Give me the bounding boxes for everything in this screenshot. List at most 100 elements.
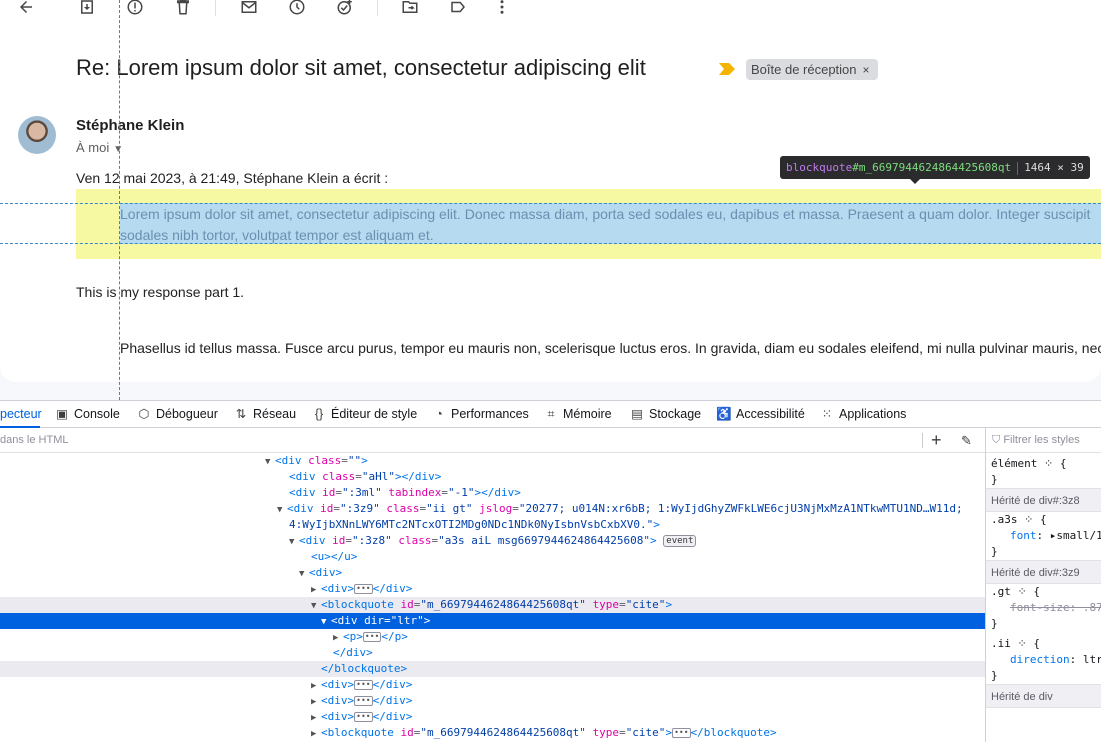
network-icon: ⇅ xyxy=(235,407,247,421)
tab-network[interactable]: ⇅ Réseau xyxy=(233,401,296,428)
tab-memory-label: Mémoire xyxy=(563,407,612,421)
tab-console[interactable]: ▣ Console xyxy=(54,401,120,428)
inspector-tooltip: blockquote#m_6697944624864425608qt 1464 ×… xyxy=(780,156,1090,184)
event-badge[interactable]: event xyxy=(663,535,697,547)
rule-element[interactable]: élément ⁘ { xyxy=(986,456,1101,472)
label-icon[interactable] xyxy=(446,0,470,18)
tab-style-editor[interactable]: {} Éditeur de style xyxy=(311,401,417,428)
rule-declaration[interactable]: font: ▸small/1 xyxy=(986,528,1101,544)
sender-name[interactable]: Stéphane Klein xyxy=(76,117,184,134)
accessibility-icon: ♿ xyxy=(716,407,732,421)
debugger-icon: ⬡ xyxy=(138,407,150,421)
mark-unread-icon[interactable] xyxy=(237,0,261,18)
inspector-guide-vertical xyxy=(119,0,120,400)
tab-accessibility-label: Accessibilité xyxy=(736,407,805,421)
quoted-text: Lorem ipsum dolor sit amet, consectetur … xyxy=(120,204,1101,246)
inspector-guide-top xyxy=(0,203,1101,204)
rule-close: } xyxy=(991,617,998,630)
rule-declaration[interactable]: font-size: .87 xyxy=(986,600,1101,616)
tree-node[interactable]: </div> xyxy=(0,645,985,661)
tree-node[interactable]: <div class="aHl"></div> xyxy=(0,469,985,485)
tree-node[interactable]: <div id=":3ml" tabindex="-1"></div> xyxy=(0,485,985,501)
tree-node[interactable]: ▼ <div class=""> xyxy=(0,453,985,469)
add-node-icon[interactable]: + xyxy=(931,428,942,453)
tab-storage[interactable]: ▤ Stockage xyxy=(629,401,701,428)
markup-search-bar: dans le HTML + ✎ xyxy=(0,428,985,453)
recipient-dropdown[interactable]: À moi ▼ xyxy=(76,140,123,155)
tree-node[interactable]: <u></u> xyxy=(0,549,985,565)
tree-node[interactable]: </blockquote> xyxy=(0,661,985,677)
tab-performance[interactable]: ◔ Performances xyxy=(431,401,529,428)
css-value: small/1 xyxy=(1056,529,1101,542)
tree-node[interactable]: 4:WyIjbXNnLWY6MTc2NTcxOTI2MDg0NDc1NDk0Ny… xyxy=(0,517,985,533)
tooltip-tag: blockquote xyxy=(786,161,853,174)
add-task-icon[interactable] xyxy=(333,0,357,18)
tab-performance-label: Performances xyxy=(451,407,529,421)
tree-node[interactable]: ▶ <div> ••• </div> xyxy=(0,677,985,693)
eyedropper-icon[interactable]: ✎ xyxy=(961,428,972,453)
quoted-line-1: Lorem ipsum dolor sit amet, consectetur … xyxy=(120,206,1091,222)
snooze-icon[interactable] xyxy=(285,0,309,18)
rule-close: } xyxy=(991,669,998,682)
tab-accessibility[interactable]: ♿ Accessibilité xyxy=(716,401,805,428)
tree-node-selected[interactable]: ▼ <div dir="ltr"> xyxy=(0,613,985,629)
devtools-tabbar: pecteur ▣ Console ⬡ Débogueur ⇅ Réseau {} Éd… xyxy=(0,400,1101,428)
css-property: font xyxy=(1010,529,1037,542)
inherited-header: Hérité de div#:3z8 xyxy=(986,488,1101,512)
rule-gt[interactable]: .gt ⁘ { xyxy=(986,584,1101,600)
tree-node[interactable]: ▼ <div id=":3z9" class="ii gt" jslog="202… xyxy=(0,501,985,517)
rule-close: } xyxy=(991,473,998,486)
tree-node[interactable]: ▶ <div> ••• </div> xyxy=(0,709,985,725)
tree-node[interactable]: ▼ <blockquote id="m_6697944624864425608qt… xyxy=(0,597,985,613)
move-to-icon[interactable] xyxy=(398,0,422,18)
inbox-label-chip[interactable]: Boîte de réception × xyxy=(746,59,878,80)
tree-node[interactable]: ▶ <p> ••• </p> xyxy=(0,629,985,645)
css-value: .87 xyxy=(1082,601,1101,614)
tab-memory[interactable]: ⌗ Mémoire xyxy=(543,401,612,428)
tree-node[interactable]: ▼ <div> xyxy=(0,565,985,581)
back-arrow-icon[interactable] xyxy=(14,0,38,18)
report-spam-icon[interactable] xyxy=(123,0,147,18)
filter-icon: ⛉ xyxy=(992,434,1004,446)
toolbar-divider xyxy=(377,0,378,16)
markup-search-input[interactable]: dans le HTML xyxy=(0,428,68,453)
styles-panel: ⛉ Filtrer les styles élément ⁘ { } Hérit… xyxy=(985,428,1101,742)
tab-applications-label: Applications xyxy=(839,407,907,421)
tab-inspector[interactable]: pecteur xyxy=(0,401,42,428)
email-card: Re: Lorem ipsum dolor sit amet, consecte… xyxy=(0,0,1101,382)
tree-node[interactable]: ▶ <div> ••• </div> xyxy=(0,693,985,709)
delete-icon[interactable] xyxy=(171,0,195,18)
performance-icon: ◔ xyxy=(435,407,443,421)
rule-selector: .gt xyxy=(991,585,1011,598)
rule-selector: .a3s xyxy=(991,513,1018,526)
toolbar-divider xyxy=(215,0,216,16)
tab-debugger[interactable]: ⬡ Débogueur xyxy=(136,401,218,428)
tab-console-label: Console xyxy=(74,407,120,421)
tooltip-dimensions: 1464 × 39 xyxy=(1024,161,1084,174)
styles-filter-input[interactable]: Filtrer les styles xyxy=(1003,434,1079,446)
styles-filter[interactable]: ⛉ Filtrer les styles xyxy=(986,428,1101,453)
tab-storage-label: Stockage xyxy=(649,407,702,421)
rule-declaration[interactable]: direction: ltr xyxy=(986,652,1101,668)
tree-node[interactable]: ▼ <div id=":3z8" class="a3s aiL msg669794… xyxy=(0,533,985,549)
tree-node[interactable]: ▶ <blockquote id="m_6697944624864425608qt… xyxy=(0,725,985,741)
response-text: This is my response part 1. xyxy=(76,284,245,300)
tab-applications[interactable]: ⁙ Applications xyxy=(819,401,907,428)
important-marker-icon[interactable] xyxy=(719,63,735,75)
remove-label-icon[interactable]: × xyxy=(863,63,870,77)
email-view: Re: Lorem ipsum dolor sit amet, consecte… xyxy=(0,0,1101,400)
email-subject: Re: Lorem ipsum dolor sit amet, consecte… xyxy=(76,55,646,80)
tab-debugger-label: Débogueur xyxy=(156,407,218,421)
rule-a3s[interactable]: .a3s ⁘ { xyxy=(986,512,1101,528)
css-value: ltr xyxy=(1082,653,1101,666)
rule-element-selector: élément xyxy=(991,457,1038,470)
storage-icon: ▤ xyxy=(631,407,643,421)
archive-icon[interactable] xyxy=(75,0,99,18)
tooltip-id: #m_6697944624864425608qt xyxy=(852,161,1012,174)
avatar[interactable] xyxy=(18,116,56,154)
console-icon: ▣ xyxy=(56,407,68,421)
tree-node[interactable]: ▶ <div> ••• </div> xyxy=(0,581,985,597)
more-vert-icon[interactable] xyxy=(490,0,514,18)
rule-ii[interactable]: .ii ⁘ { xyxy=(986,636,1101,652)
applications-icon: ⁙ xyxy=(821,407,833,421)
